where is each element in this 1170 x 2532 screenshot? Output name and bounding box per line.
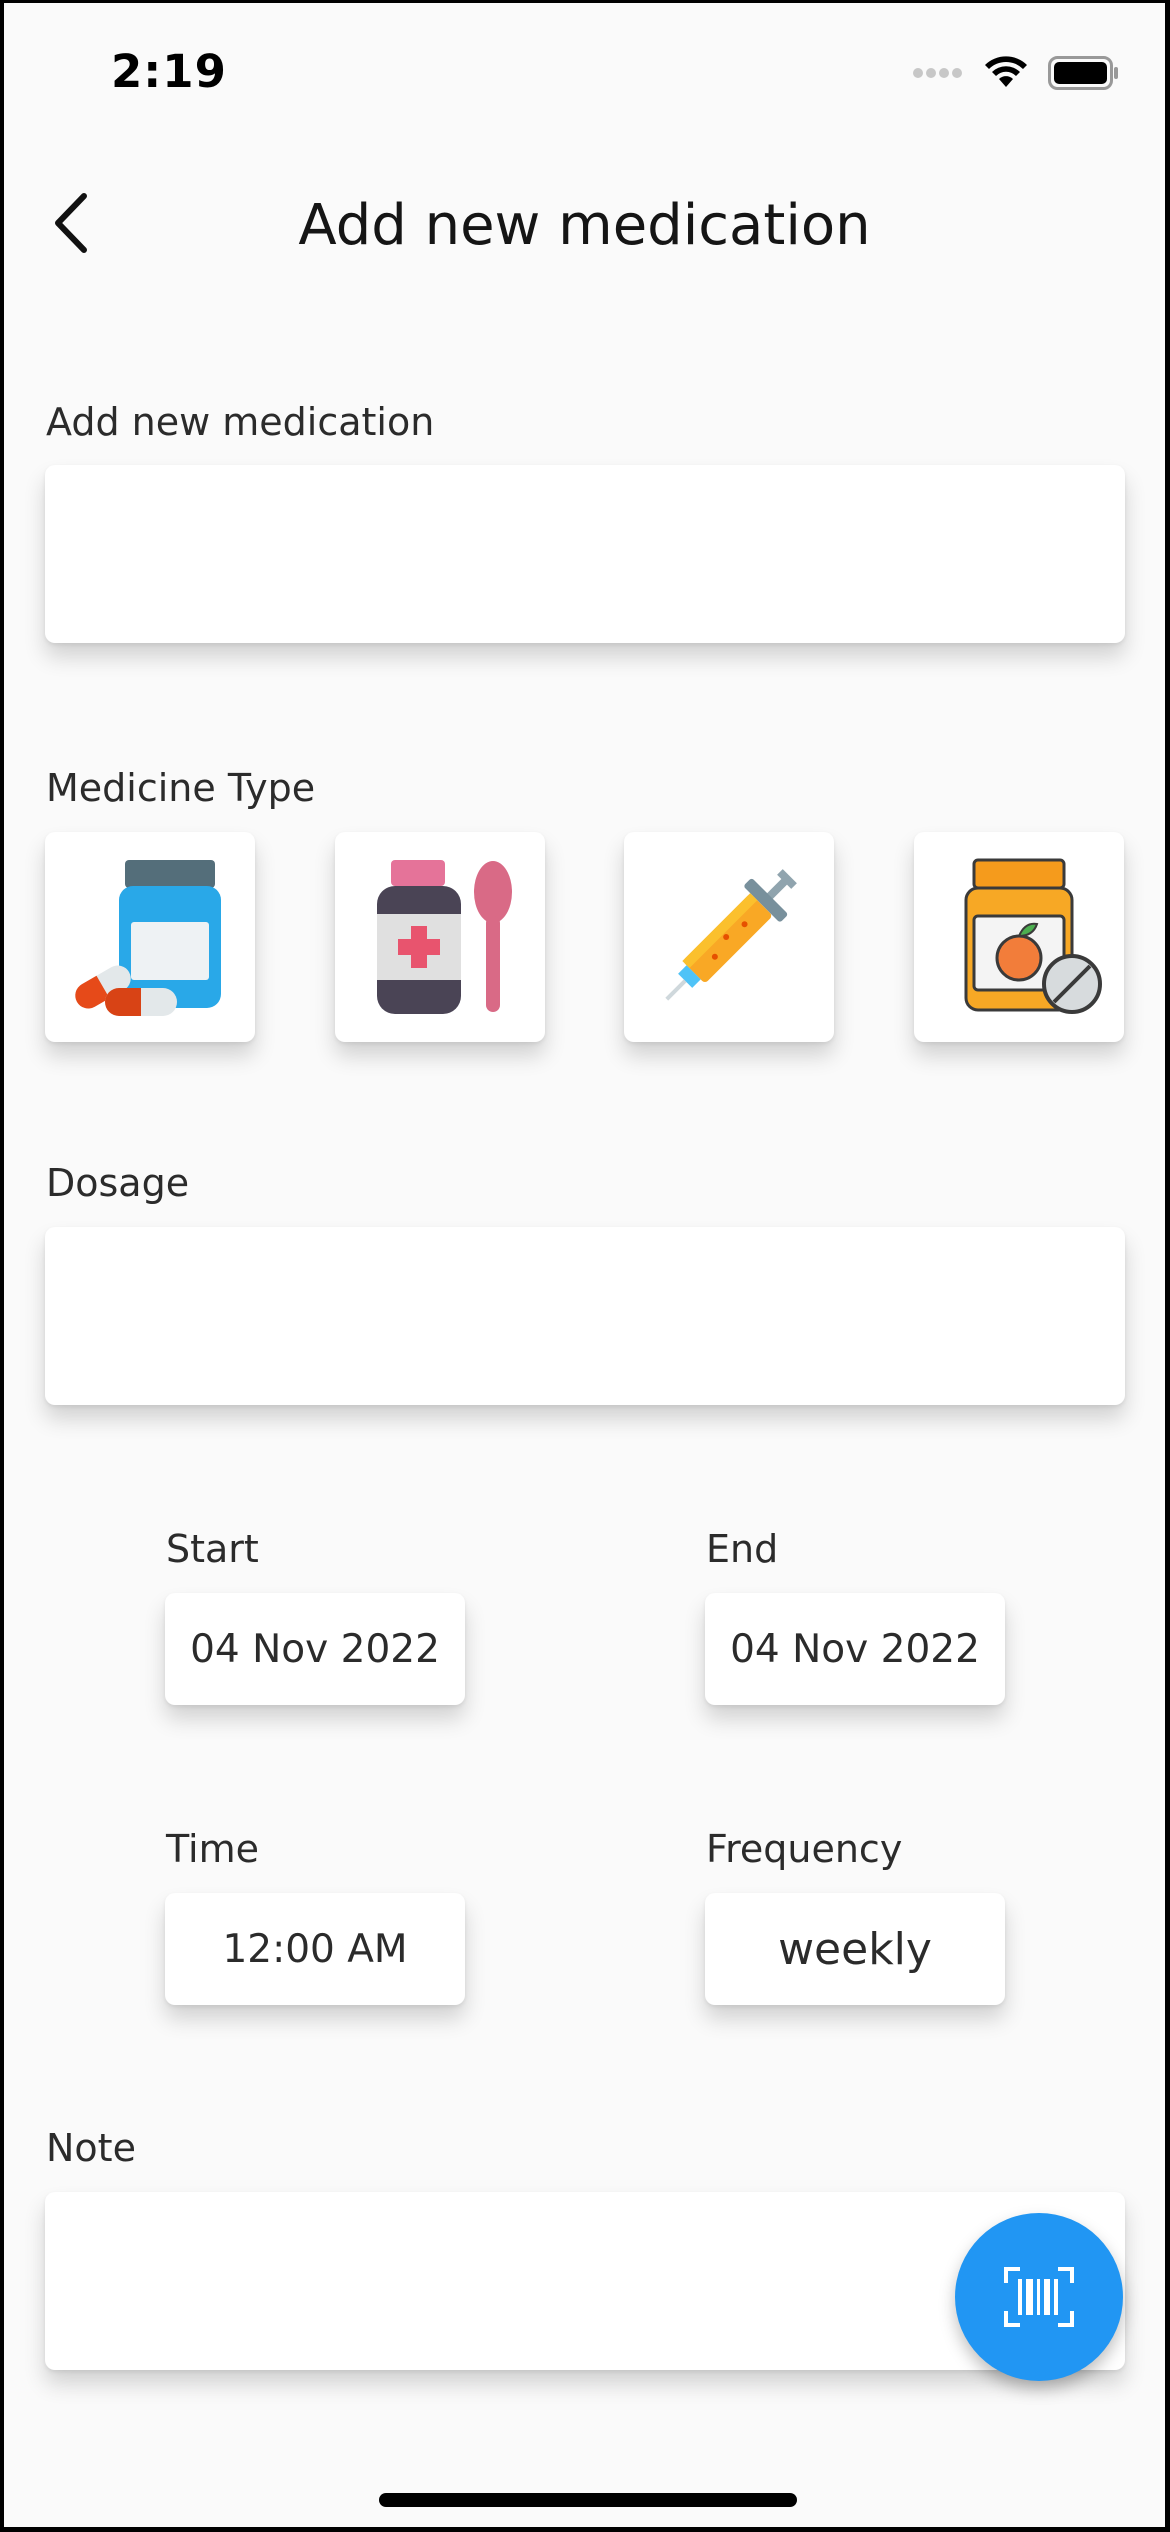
dosage-input[interactable] xyxy=(45,1227,1125,1405)
frequency-label: Frequency xyxy=(706,1827,903,1871)
medicine-type-pills[interactable] xyxy=(45,832,255,1042)
syrup-bottle-spoon-icon xyxy=(377,860,512,1014)
time-field[interactable]: 12:00 AM xyxy=(165,1893,465,2005)
syringe-icon xyxy=(665,869,797,1001)
signal-icon xyxy=(913,68,962,78)
medicine-type-supplement[interactable] xyxy=(914,832,1124,1042)
battery-icon xyxy=(1048,56,1118,90)
end-label: End xyxy=(706,1527,779,1571)
note-label: Note xyxy=(46,2126,136,2170)
frequency-field[interactable]: weekly xyxy=(705,1893,1005,2005)
time-label: Time xyxy=(166,1827,259,1871)
barcode-scan-icon xyxy=(1004,2267,1074,2327)
status-time: 2:19 xyxy=(111,45,227,98)
scan-barcode-button[interactable] xyxy=(955,2213,1123,2381)
pill-bottle-icon xyxy=(75,860,221,1016)
start-label: Start xyxy=(166,1527,259,1571)
medicine-type-label: Medicine Type xyxy=(46,766,316,810)
end-date-field[interactable]: 04 Nov 2022 xyxy=(705,1593,1005,1705)
vitamin-jar-icon xyxy=(964,858,1102,1014)
medication-name-label: Add new medication xyxy=(46,400,435,444)
status-icons xyxy=(912,55,1120,91)
medicine-type-syrup[interactable] xyxy=(335,832,545,1042)
medication-name-input[interactable] xyxy=(45,465,1125,643)
home-indicator xyxy=(379,2493,797,2507)
medicine-type-injection[interactable] xyxy=(624,832,834,1042)
screen: 2:19 Add new medication Add new medicati… xyxy=(4,3,1165,2527)
wifi-icon xyxy=(985,56,1027,87)
page-title: Add new medication xyxy=(298,193,871,258)
start-date-field[interactable]: 04 Nov 2022 xyxy=(165,1593,465,1705)
dosage-label: Dosage xyxy=(46,1161,190,1205)
